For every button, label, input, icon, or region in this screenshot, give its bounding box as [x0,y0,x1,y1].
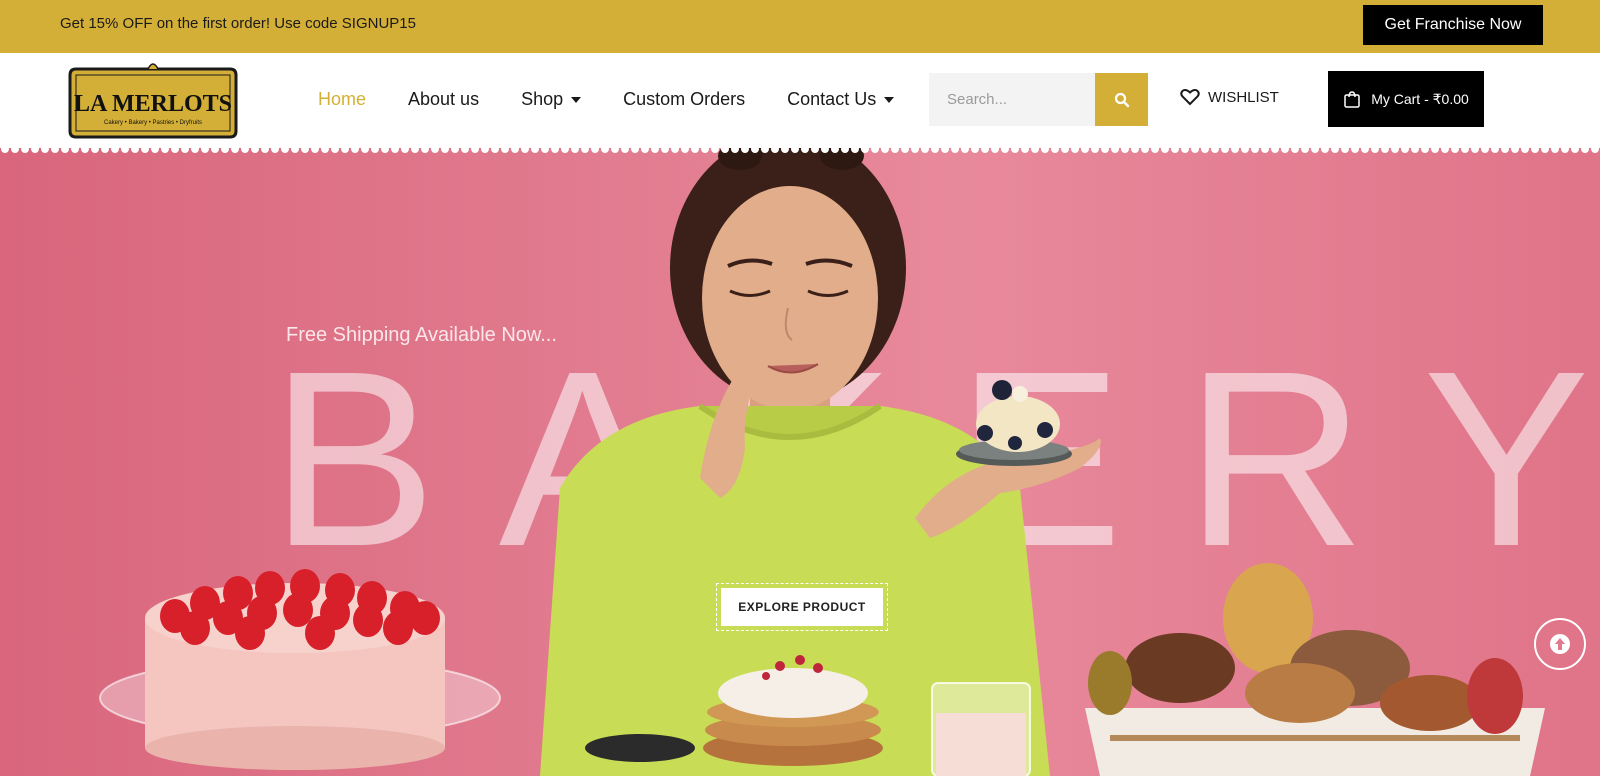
wishlist-label: WISHLIST [1208,88,1279,106]
caret-down-icon [884,96,895,103]
nav-shop[interactable]: Shop [521,89,582,110]
nav-about[interactable]: About us [408,89,479,110]
main-nav: Home About us Shop Custom Orders Contact… [318,89,936,110]
search-button[interactable] [1095,73,1148,126]
promo-bar: Get 15% OFF on the first order! Use code… [0,0,1600,53]
la-merlots-logo[interactable]: LA MERLOTS Cakery • Bakery • Pastries • … [62,59,244,142]
bag-icon [1344,91,1360,108]
caret-down-icon [571,96,582,103]
nav-custom-label: Custom Orders [623,89,746,109]
nav-contact-label: Contact Us [787,89,877,109]
nav-shop-label: Shop [521,89,564,109]
nav-about-label: About us [408,89,480,109]
explore-product-frame: EXPLORE PRODUCT [716,583,888,631]
nav-home-label: Home [318,89,367,109]
search-input[interactable] [929,73,1095,126]
wishlist-link[interactable]: WISHLIST [1180,88,1279,106]
hero-image [99,148,1545,776]
lace-divider [0,143,1600,153]
search-box [929,73,1148,126]
nav-home[interactable]: Home [318,89,366,110]
search-icon [1114,92,1129,107]
get-franchise-button[interactable]: Get Franchise Now [1363,5,1543,45]
hero-banner: BAKERY [0,148,1600,776]
heart-icon [1180,89,1200,106]
cart-label: My Cart - ₹0.00 [1371,90,1469,107]
arrow-up-icon [1550,634,1570,654]
scroll-to-top-button[interactable] [1534,618,1586,670]
promo-text: Get 15% OFF on the first order! Use code… [60,15,416,32]
site-header: LA MERLOTS Cakery • Bakery • Pastries • … [0,53,1600,148]
nav-contact[interactable]: Contact Us [787,89,895,110]
logo-name: LA MERLOTS [74,91,232,117]
explore-product-button[interactable]: EXPLORE PRODUCT [721,588,883,626]
logo-tagline: Cakery • Bakery • Pastries • Dryfruits [104,120,202,126]
cart-button[interactable]: My Cart - ₹0.00 [1328,71,1484,127]
nav-custom-orders[interactable]: Custom Orders [623,89,745,110]
